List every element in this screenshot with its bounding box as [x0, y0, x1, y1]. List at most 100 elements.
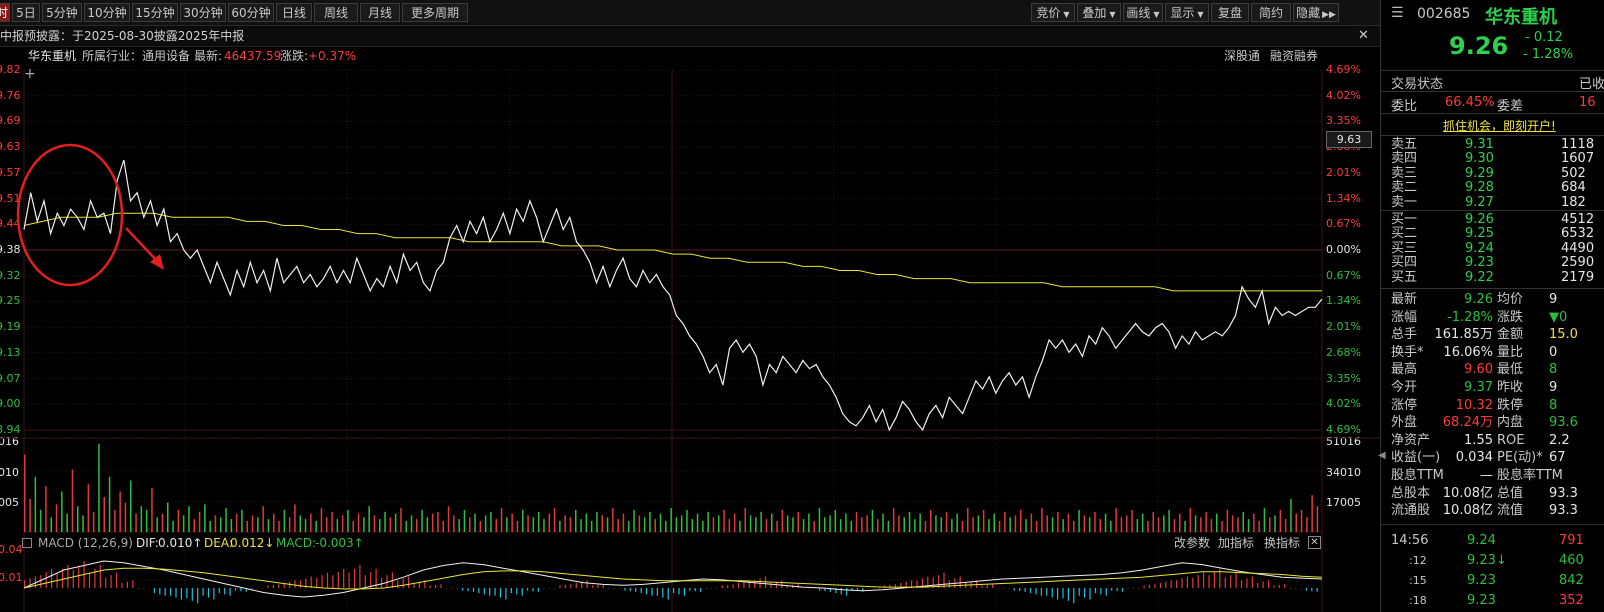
macd-bar [1289, 588, 1291, 589]
macd-bar [1262, 581, 1264, 588]
volume-bar [680, 515, 683, 532]
macd-bar [1267, 580, 1270, 588]
volume-bar [24, 454, 26, 532]
volume-bar [972, 517, 974, 532]
macd-bar [472, 588, 475, 592]
volume-bar [1216, 513, 1218, 532]
switch-indicator-button[interactable]: 换指标 [1264, 534, 1300, 552]
volume-bar [718, 515, 720, 532]
macd-label[interactable]: MACD (12,26,9) [38, 534, 133, 552]
volume-bar [649, 511, 651, 532]
macd-bar [678, 588, 680, 595]
macd-bar [132, 580, 134, 588]
indicator-menu-icon[interactable] [22, 538, 32, 548]
macd-bar [618, 588, 621, 589]
macd-bar [613, 588, 615, 589]
macd-bar [1235, 572, 1237, 588]
tick-price: 9.23 [1467, 573, 1496, 588]
volume-bar [1179, 513, 1181, 532]
volume-bar [659, 513, 662, 532]
macd-bar [564, 584, 566, 588]
volume-bar [352, 521, 354, 532]
volume-bar [341, 515, 344, 532]
panel-collapse-icon[interactable]: ☰ [1391, 5, 1404, 21]
volume-bar [702, 521, 704, 532]
macd-bar [499, 588, 502, 598]
volume-bar [1083, 515, 1086, 532]
volume-bar [940, 517, 942, 532]
macd-bar [1013, 588, 1015, 591]
volume-bar [1141, 513, 1144, 532]
volume-bar [246, 521, 248, 532]
change-params-button[interactable]: 改参数 [1174, 534, 1210, 552]
add-indicator-button[interactable]: 加指标 [1218, 534, 1254, 552]
volume-bar [982, 509, 985, 532]
volume-bar [1067, 513, 1070, 532]
volume-bar [1110, 521, 1112, 532]
macd-bar [1278, 584, 1280, 588]
volume-bar [299, 515, 301, 532]
volume-bar [1258, 521, 1260, 532]
ask-row[interactable]: 卖一 9.27 182 [1381, 195, 1604, 211]
bid-row[interactable]: 买五 9.22 2179 [1381, 270, 1604, 286]
volume-bar [596, 511, 598, 532]
cursor-price-value: 9.63 [1336, 133, 1362, 146]
macd-bar [721, 585, 723, 588]
macd-bar [705, 588, 707, 589]
volume-bar [1057, 511, 1059, 532]
macd-bar [737, 582, 740, 588]
close-indicator-icon[interactable]: ✕ [1308, 536, 1321, 549]
volume-bar [930, 509, 932, 532]
volume-bar [1237, 517, 1239, 532]
macd-bar [159, 588, 161, 595]
macd-bar [202, 588, 204, 596]
volume-bar [1115, 508, 1117, 532]
volume-bar [1030, 513, 1033, 532]
macd-bar [153, 588, 155, 594]
stat-label: 收益(一) [1391, 450, 1441, 466]
volume-bar [977, 515, 980, 532]
macd-bar [197, 588, 199, 604]
volume-bar [707, 511, 709, 532]
volume-bar [617, 519, 619, 532]
volume-bar [855, 511, 858, 532]
volume-bar [119, 491, 121, 532]
macd-bar [1203, 572, 1205, 588]
macd-bar [348, 572, 350, 588]
macd-bar [402, 578, 404, 588]
macd-bar [1148, 584, 1151, 588]
volume-bar [580, 519, 582, 532]
macd-bar [1159, 582, 1161, 588]
volume-bar [288, 517, 291, 532]
volume-bar [1231, 515, 1234, 532]
volume-bar [416, 519, 418, 532]
macd-bar [359, 565, 361, 588]
macd-bar [1213, 572, 1215, 588]
macd-bar [986, 584, 988, 588]
volume-bar [379, 519, 381, 532]
open-account-promo[interactable]: 抓住机会，即刻开户! [1443, 117, 1556, 134]
macd-bar [1040, 588, 1042, 596]
volume-bar [204, 504, 206, 532]
panel-toggle-icon[interactable]: ◀ [1378, 450, 1386, 461]
macd-bar [397, 580, 399, 588]
volume-bar [797, 511, 799, 532]
stat-value: 2.2 [1549, 432, 1570, 448]
macd-bar [240, 588, 242, 592]
macd-bar [251, 588, 253, 589]
intraday-chart[interactable]: + [0, 0, 1380, 612]
volume-bar [331, 511, 333, 532]
macd-bar [521, 588, 523, 596]
stat-row: 涨幅 -1.28% 涨跌 ▼0 [1381, 310, 1604, 326]
tick-time: 14:56 [1391, 533, 1429, 548]
macd-bar [683, 588, 685, 596]
volume-bar [691, 519, 693, 532]
volume-bar [273, 513, 275, 532]
volume-bar [34, 476, 37, 532]
macd-bar [1100, 588, 1102, 595]
macd-bar [267, 585, 269, 588]
macd-bar [997, 588, 999, 589]
macd-bar [381, 577, 383, 588]
stat-label: 最低 [1497, 362, 1524, 378]
macd-bar [332, 575, 334, 588]
